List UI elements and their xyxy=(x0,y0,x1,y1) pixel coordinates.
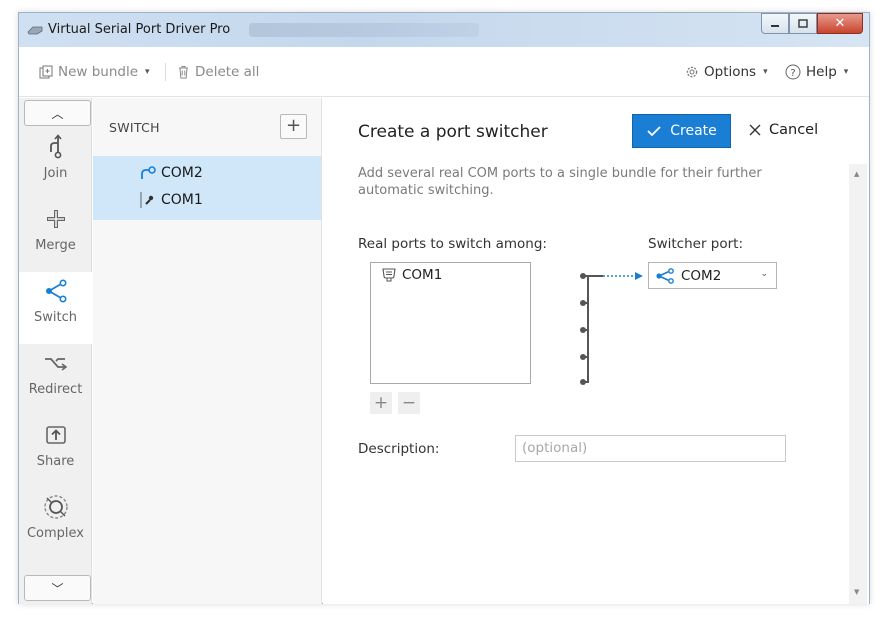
switch-port-icon xyxy=(141,166,156,179)
title-bar[interactable]: Virtual Serial Port Driver Pro ✕ xyxy=(19,13,869,47)
help-menu[interactable]: ? Help ▾ xyxy=(785,64,848,80)
app-window: Virtual Serial Port Driver Pro ✕ New bun… xyxy=(18,12,870,604)
real-port-icon xyxy=(140,192,154,208)
sidebar-scroll-up-button[interactable]: ︿ xyxy=(24,100,91,126)
bundle-list-panel: SWITCH + COM2 COM1 xyxy=(93,98,322,604)
join-icon xyxy=(43,134,69,160)
maximize-button[interactable] xyxy=(789,13,817,34)
switcher-port-label: Switcher port: xyxy=(648,236,744,252)
chevron-down-icon: ﹀ xyxy=(51,581,64,596)
sidebar-item-switch[interactable]: Switch xyxy=(19,272,92,344)
sidebar-item-label: Complex xyxy=(26,526,85,541)
help-label: Help xyxy=(806,64,837,80)
plus-icon: + xyxy=(373,393,389,413)
delete-all-label: Delete all xyxy=(195,64,260,80)
scroll-up-arrow-icon[interactable]: ▲ xyxy=(854,170,859,178)
real-port-name: COM1 xyxy=(402,267,443,283)
title-bar-background xyxy=(249,23,479,37)
switch-icon xyxy=(43,278,69,304)
form-description: Add several real COM ports to a single b… xyxy=(358,166,762,198)
switcher-port-select[interactable]: COM2 ⌄ xyxy=(648,262,777,289)
bundle-real-port: COM1 xyxy=(139,192,203,208)
real-ports-label: Real ports to switch among: xyxy=(358,236,547,252)
window-controls: ✕ xyxy=(761,13,863,35)
close-icon: ✕ xyxy=(834,16,846,31)
arrow-right-icon xyxy=(603,272,643,280)
remove-port-button[interactable]: − xyxy=(398,392,420,414)
bundle-switcher-port: COM2 xyxy=(139,165,203,181)
bundle-list-header: SWITCH xyxy=(109,120,160,135)
chevron-up-icon: ︿ xyxy=(51,106,64,121)
cancel-button-label: Cancel xyxy=(769,122,819,138)
new-bundle-icon xyxy=(39,65,53,79)
redirect-icon xyxy=(43,350,69,376)
sidebar-item-merge[interactable]: Merge xyxy=(19,200,92,272)
toolbar-divider xyxy=(165,63,166,81)
sidebar-item-label: Switch xyxy=(34,310,77,325)
switch-diagram xyxy=(580,272,643,385)
new-bundle-button[interactable]: New bundle ▾ xyxy=(39,64,150,80)
scroll-down-arrow-icon[interactable]: ▼ xyxy=(854,588,859,596)
minus-icon: − xyxy=(401,393,417,413)
chevron-down-icon: ▾ xyxy=(763,67,768,77)
options-label: Options xyxy=(704,64,757,80)
help-icon: ? xyxy=(785,64,801,80)
minimize-icon xyxy=(771,24,779,27)
sidebar-item-complex[interactable]: Complex xyxy=(19,488,92,560)
new-bundle-label: New bundle xyxy=(58,64,139,80)
switch-connector-graphic xyxy=(580,273,603,385)
close-button[interactable]: ✕ xyxy=(817,13,863,34)
chevron-down-icon: ▾ xyxy=(145,67,150,77)
serial-port-icon xyxy=(382,268,396,282)
options-menu[interactable]: Options ▾ xyxy=(685,64,768,80)
sidebar-item-label: Share xyxy=(36,454,75,469)
sidebar-item-redirect[interactable]: Redirect xyxy=(19,344,92,416)
checkmark-icon xyxy=(647,126,661,137)
maximize-icon xyxy=(798,19,808,28)
add-port-button[interactable]: + xyxy=(370,392,392,414)
toolbar: New bundle ▾ Delete all Options ▾ ? Help… xyxy=(19,47,869,97)
create-button-label: Create xyxy=(670,123,717,139)
sidebar-item-label: Merge xyxy=(35,238,76,253)
sidebar-item-label: Join xyxy=(43,166,68,181)
gear-icon xyxy=(686,66,698,78)
cancel-button[interactable]: Cancel xyxy=(749,122,818,138)
share-icon xyxy=(43,422,69,448)
delete-all-button[interactable]: Delete all xyxy=(177,64,259,80)
minimize-button[interactable] xyxy=(761,13,789,34)
list-item[interactable]: COM1 xyxy=(381,267,442,283)
real-ports-list[interactable]: COM1 xyxy=(370,262,531,384)
merge-icon xyxy=(43,206,69,232)
complex-icon xyxy=(43,494,69,520)
window-title: Virtual Serial Port Driver Pro xyxy=(48,22,231,37)
switch-icon xyxy=(656,267,674,284)
add-bundle-button[interactable]: + xyxy=(280,114,307,139)
chevron-down-icon: ⌄ xyxy=(760,269,768,279)
bundle-port-label: COM2 xyxy=(161,165,203,181)
sidebar-item-label: Redirect xyxy=(28,382,83,397)
description-input[interactable]: (optional) xyxy=(515,435,786,462)
trash-icon xyxy=(179,66,188,79)
sidebar-item-share[interactable]: Share xyxy=(19,416,92,488)
app-icon xyxy=(27,26,43,35)
close-icon xyxy=(749,124,761,136)
svg-text:?: ? xyxy=(790,68,795,79)
page-title: Create a port switcher xyxy=(358,122,548,142)
switcher-port-value: COM2 xyxy=(681,267,722,284)
sidebar-item-join[interactable]: Join xyxy=(19,128,92,200)
scrollbar[interactable]: ▲ ▼ xyxy=(849,164,867,604)
plus-icon: + xyxy=(285,115,302,136)
bundle-port-label: COM1 xyxy=(161,192,203,208)
bundle-type-sidebar: ︿ Join Merge Switch Redirect Share Compl… xyxy=(19,98,92,604)
sidebar-scroll-down-button[interactable]: ﹀ xyxy=(24,575,91,601)
chevron-down-icon: ▾ xyxy=(843,67,849,77)
create-button[interactable]: Create xyxy=(632,114,731,148)
bundle-item-selected[interactable]: COM2 COM1 xyxy=(93,156,321,220)
create-switcher-form: Create a port switcher Create Cancel Add… xyxy=(323,98,869,604)
description-label: Description: xyxy=(358,441,440,457)
